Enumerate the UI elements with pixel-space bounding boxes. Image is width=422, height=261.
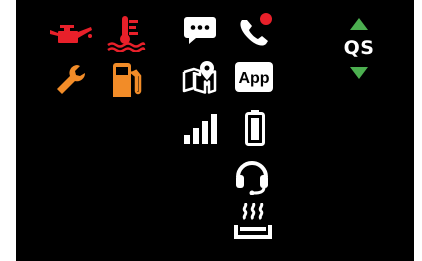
headset-icon (236, 161, 268, 195)
signal-bars-icon (184, 114, 217, 144)
seat-heater-icon (234, 203, 272, 239)
coolant-temperature-icon (107, 16, 146, 52)
triangle-down-icon[interactable] (349, 66, 369, 80)
battery-icon (245, 110, 265, 146)
message-icon (184, 17, 216, 44)
map-pin-icon (182, 61, 217, 94)
oil-can-icon (50, 25, 92, 43)
phone-icon (240, 13, 272, 46)
quick-select-label: QS (343, 37, 375, 59)
fuel-pump-icon (113, 63, 142, 97)
missed-call-dot (260, 13, 272, 25)
triangle-up-icon[interactable] (349, 17, 369, 31)
instrument-display: App QS (16, 0, 414, 261)
app-icon: App (235, 62, 273, 92)
wrench-icon (57, 65, 86, 94)
app-label: App (238, 70, 269, 87)
